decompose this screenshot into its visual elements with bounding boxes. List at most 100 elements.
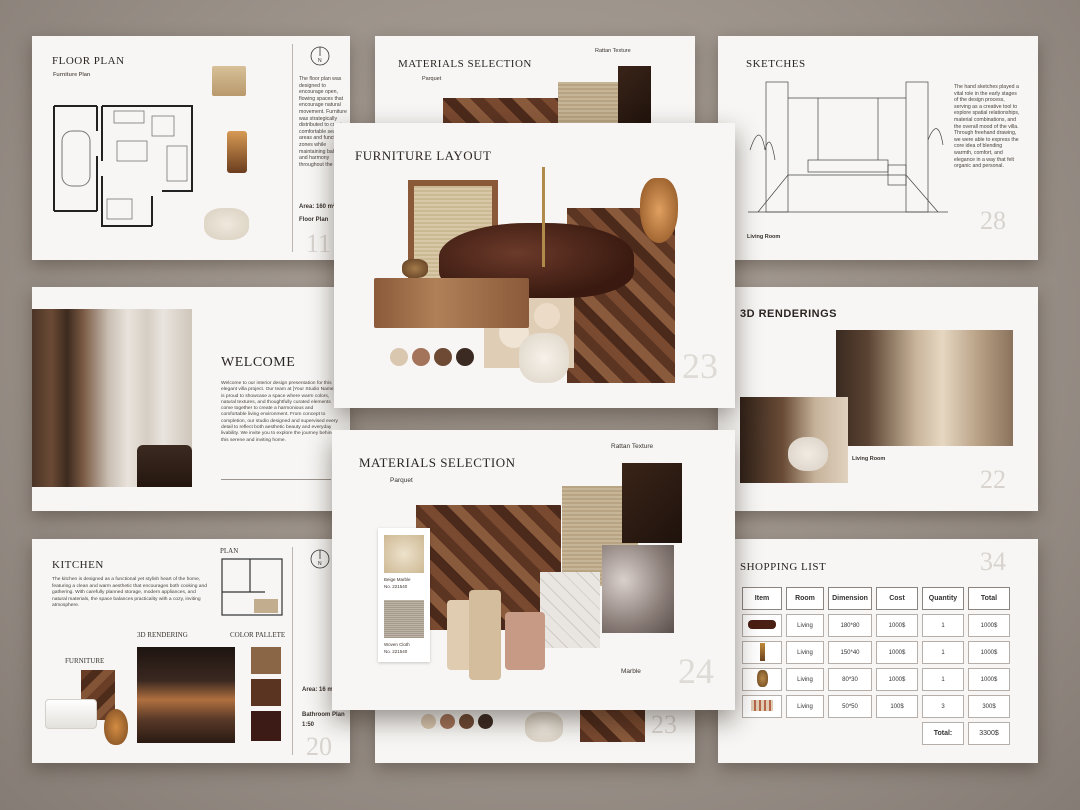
swatch-row (421, 714, 493, 729)
pendant-lamp-image (640, 178, 678, 243)
table-total-row: Total: 3300$ (742, 722, 1010, 745)
slide-body-text: The kitchen is designed as a functional … (52, 577, 207, 609)
slide-renderings[interactable]: 3D RENDERINGS Living Room 22 (718, 287, 1038, 511)
table-row: Living 150*40 1000$ 1 1000$ (742, 641, 1010, 664)
beige-marble-swatch (384, 535, 424, 573)
slide-materials-main[interactable]: MATERIALS SELECTION Parquet Rattan Textu… (332, 430, 735, 710)
page-number: 11 (306, 229, 332, 258)
slide-kitchen[interactable]: KITCHEN The kitchen is designed as a fun… (32, 539, 350, 763)
quantity-cell: 1 (922, 668, 964, 691)
kitchen-rendering-photo (137, 647, 235, 743)
page-number: 23 (682, 346, 718, 386)
beige-marble-label: Beige Marble (384, 577, 411, 582)
page-number: 20 (306, 732, 332, 761)
pillow-image (204, 208, 249, 240)
dimension-cell: 150*40 (828, 641, 872, 664)
slide-subtitle: Furniture Plan (53, 72, 91, 78)
color-swatch (434, 348, 452, 366)
rendering-caption: Living Room (852, 456, 886, 462)
area-label: Area: 16 m² (302, 687, 335, 693)
pillow-image (519, 333, 569, 383)
floor-lamp-image (542, 167, 545, 267)
plan-label: Floor Plan (299, 217, 329, 223)
room-cell: Living (786, 668, 824, 691)
north-arrow-icon: N (310, 46, 330, 66)
sofa-icon (748, 620, 776, 629)
color-swatch (390, 348, 408, 366)
svg-text:N: N (318, 561, 322, 567)
vase-icon (756, 670, 768, 687)
color-swatch (440, 714, 455, 729)
dimension-cell: 50*50 (828, 695, 872, 718)
rattan-swatch (558, 82, 618, 128)
furniture-heading: FURNITURE (65, 657, 105, 665)
table-row: Living 80*30 1000$ 1 1000$ (742, 668, 1010, 691)
page-number: 23 (651, 710, 677, 739)
sketch-caption: Living Room (747, 234, 781, 240)
slide-floor-plan[interactable]: FLOOR PLAN Furniture Plan N The floor pl… (32, 36, 350, 260)
total-label: Total: (922, 722, 964, 745)
slide-furniture-layout[interactable]: FURNITURE LAYOUT 23 (334, 123, 735, 408)
nightstand-image (212, 66, 246, 96)
room-cell: Living (786, 614, 824, 637)
col-header: Quantity (922, 587, 964, 610)
room-cell: Living (786, 641, 824, 664)
color-swatch (456, 348, 474, 366)
cost-cell: 1000$ (876, 641, 918, 664)
palette-swatch-3 (251, 711, 281, 741)
slide-sketches[interactable]: SKETCHES The hand sketches played a vita… (718, 36, 1038, 260)
room-cell: Living (786, 695, 824, 718)
color-swatch (412, 348, 430, 366)
kitchen-plan-drawing (221, 558, 283, 616)
bowl-image (402, 259, 428, 278)
col-header: Room (786, 587, 824, 610)
parquet-label: Parquet (422, 76, 442, 82)
slide-title: SKETCHES (746, 58, 806, 70)
quantity-cell: 3 (922, 695, 964, 718)
rattan-label: Rattan Texture (595, 48, 631, 54)
col-header: Dimension (828, 587, 872, 610)
slide-welcome[interactable]: WELCOME Welcome to our interior design p… (32, 287, 350, 511)
plan-heading: PLAN (220, 547, 239, 555)
armchair-image (788, 437, 828, 471)
total-cell: 1000$ (968, 614, 1010, 637)
slide-title: FURNITURE LAYOUT (355, 148, 492, 163)
sink-image (45, 699, 97, 729)
slide-body-text: The hand sketches played a vital role in… (954, 84, 1020, 170)
scale-label: 1:50 (302, 722, 315, 728)
marble-label: Marble (621, 668, 641, 675)
dark-wood-swatch (622, 463, 682, 543)
dark-wood-swatch (618, 66, 651, 128)
rattan-label: Rattan Texture (611, 443, 654, 450)
slide-title: 3D RENDERINGS (740, 308, 837, 320)
beige-marble-code: No. 221540 (384, 584, 408, 589)
slide-title: FLOOR PLAN (52, 55, 125, 67)
slide-title: MATERIALS SELECTION (359, 455, 516, 470)
total-cell: 1000$ (968, 641, 1010, 664)
total-cell: 1000$ (968, 668, 1010, 691)
wall-lamp-image (227, 131, 247, 173)
cost-cell: 1000$ (876, 614, 918, 637)
col-header: Total (968, 587, 1010, 610)
slide-shopping-list[interactable]: SHOPPING LIST 34 Item Room Dimension Cos… (718, 539, 1038, 763)
slide-title: WELCOME (221, 355, 296, 370)
page-number: 24 (678, 651, 714, 691)
cost-cell: 100$ (876, 695, 918, 718)
slide-body-text: Welcome to our interior design presentat… (221, 381, 338, 443)
slide-title: KITCHEN (52, 559, 104, 571)
shopping-table: Item Room Dimension Cost Quantity Total … (738, 583, 1014, 749)
slide-title: MATERIALS SELECTION (398, 58, 532, 70)
swatch-row (390, 348, 474, 366)
cost-cell: 1000$ (876, 668, 918, 691)
side-table-image (137, 445, 192, 487)
dimension-cell: 180*80 (828, 614, 872, 637)
parquet-label: Parquet (390, 477, 413, 484)
color-swatch (421, 714, 436, 729)
lamp-icon (759, 642, 765, 661)
page-number: 34 (980, 547, 1006, 576)
pillow-icon (751, 700, 773, 711)
page-number: 28 (980, 206, 1006, 235)
woven-cloth-label: Woven Cloth (384, 642, 410, 647)
quantity-cell: 1 (922, 641, 964, 664)
stone-samples (447, 590, 547, 685)
